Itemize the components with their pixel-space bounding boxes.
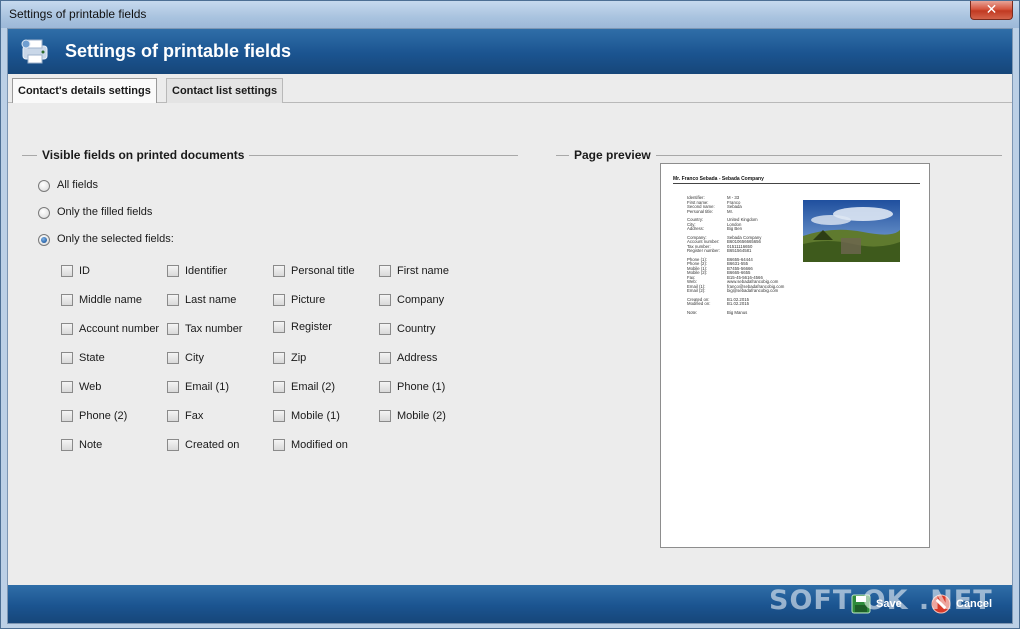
checkbox-label: Created on: [185, 439, 240, 451]
preview-line-value: Big Manus: [727, 309, 748, 315]
checkbox-label: Email (2): [291, 381, 336, 393]
checkbox-label: Web: [79, 381, 102, 393]
radio-label: Only the filled fields: [57, 206, 153, 218]
checkbox[interactable]: [379, 410, 391, 422]
checkbox-label: Middle name: [79, 294, 142, 306]
checkbox[interactable]: [273, 294, 285, 306]
dialog-window: Settings of printable fields ✕ Settings …: [0, 0, 1020, 629]
checkbox-label: Mobile (1): [291, 410, 340, 422]
preview-line-value: big@sebadafrancobig.com: [727, 288, 779, 293]
checkbox[interactable]: [379, 352, 391, 364]
checkbox[interactable]: [61, 323, 73, 335]
checkbox[interactable]: [61, 265, 73, 277]
checkbox-label: Register: [291, 321, 332, 333]
checkbox-label: Picture: [291, 294, 326, 306]
checkbox[interactable]: [167, 352, 179, 364]
checkbox[interactable]: [61, 439, 73, 451]
checkbox-label: ID: [79, 265, 90, 277]
preview-line-value: B651564581: [727, 248, 752, 253]
radio-button[interactable]: [38, 207, 50, 219]
checkbox-label: Note: [79, 439, 103, 451]
tab-contact-details[interactable]: Contact's details settings: [12, 78, 157, 104]
checkbox[interactable]: [273, 265, 285, 277]
checkbox-label: Country: [397, 323, 436, 335]
checkbox-label: Personal title: [291, 265, 355, 277]
visible-fields-title: Visible fields on printed documents: [37, 148, 250, 162]
checkbox-label: Email (1): [185, 381, 230, 393]
close-icon: ✕: [985, 2, 998, 18]
checkbox[interactable]: [379, 323, 391, 335]
checkbox[interactable]: [61, 381, 73, 393]
close-button[interactable]: ✕: [970, 1, 1013, 20]
checkbox-label: Address: [397, 352, 438, 364]
window-title: Settings of printable fields: [9, 7, 147, 21]
checkbox[interactable]: [61, 410, 73, 422]
radio-button[interactable]: [38, 180, 50, 192]
settings-printer-icon: [21, 39, 48, 64]
checkbox-label: Phone (1): [397, 381, 446, 393]
checkbox[interactable]: [273, 410, 285, 422]
tab-contact-list[interactable]: Contact list settings: [166, 78, 284, 103]
checkbox[interactable]: [167, 381, 179, 393]
checkbox[interactable]: [167, 323, 179, 335]
checkbox[interactable]: [167, 439, 179, 451]
checkbox-label: Mobile (2): [397, 410, 446, 422]
preview-line-value: Mr.: [727, 208, 733, 214]
page-preview-title: Page preview: [569, 148, 656, 162]
checkbox[interactable]: [379, 381, 391, 393]
checkbox[interactable]: [273, 439, 285, 451]
preview-line-value: Big Ben: [727, 226, 743, 231]
checkbox-label: Fax: [185, 410, 204, 422]
checkbox-label: Last name: [185, 294, 237, 306]
checkbox-label: Company: [397, 294, 445, 306]
header-banner: Settings of printable fields: [8, 29, 1012, 74]
checkbox[interactable]: [273, 352, 285, 364]
checkbox[interactable]: [379, 294, 391, 306]
checkbox-label: First name: [397, 265, 449, 277]
checkbox[interactable]: [273, 381, 285, 393]
checkbox[interactable]: [167, 265, 179, 277]
checkbox-label: Phone (2): [79, 410, 128, 422]
title-bar: Settings of printable fields ✕: [1, 1, 1019, 28]
checkbox-label: Modified on: [291, 439, 348, 451]
dialog-client: Settings of printable fields Contact's d…: [7, 28, 1013, 624]
header-title: Settings of printable fields: [65, 41, 292, 61]
preview-line-key: Note:: [687, 309, 698, 315]
radio-label: Only the selected fields:: [57, 233, 174, 245]
checkbox-label: Identifier: [185, 265, 228, 277]
preview-heading: Mr. Franco Sebada - Sebada Company: [673, 176, 764, 182]
radio-button[interactable]: [38, 234, 50, 246]
radio-label: All fields: [57, 179, 98, 191]
checkbox[interactable]: [61, 294, 73, 306]
checkbox[interactable]: [167, 410, 179, 422]
checkbox-label: Tax number: [185, 323, 243, 335]
contact-picture: [803, 200, 900, 262]
tab-strip: Contact's details settings Contact list …: [8, 74, 1012, 104]
preview-line: Note: Big Manus: [687, 310, 747, 315]
checkbox-label: City: [185, 352, 204, 364]
checkbox-label: State: [79, 352, 105, 364]
settings-panel: Visible fields on printed documents Page…: [8, 103, 1012, 585]
checkbox[interactable]: [273, 321, 285, 333]
checkbox[interactable]: [379, 265, 391, 277]
checkbox-label: Zip: [291, 352, 307, 364]
checkbox[interactable]: [167, 294, 179, 306]
checkbox[interactable]: [61, 352, 73, 364]
page-preview: Mr. Franco Sebada - Sebada Company Ident…: [660, 163, 930, 548]
preview-heading-rule: [673, 183, 920, 184]
checkbox-label: Account number: [79, 323, 160, 335]
preview-line-value: B1.02.2015: [727, 301, 749, 306]
watermark: SOFT OK .NET: [769, 585, 993, 616]
